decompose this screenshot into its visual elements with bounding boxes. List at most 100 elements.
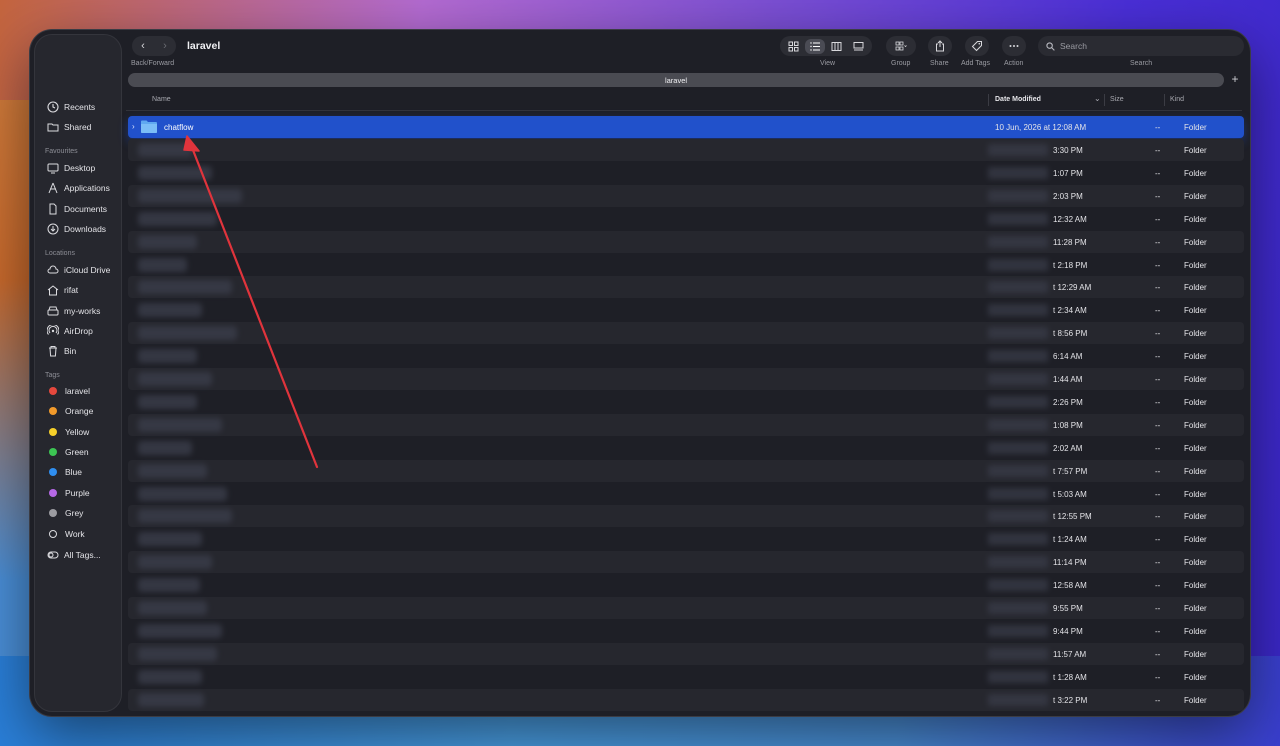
blurred-date	[988, 327, 1048, 340]
search-field[interactable]	[1038, 36, 1244, 56]
sidebar-item-shared[interactable]: Shared	[47, 121, 91, 133]
sidebar-item-label: Purple	[65, 488, 90, 498]
table-row[interactable]: t 5:03 AM -- Folder	[128, 483, 1244, 505]
back-chevron-icon[interactable]: ‹	[141, 40, 145, 52]
icon-view-button[interactable]	[784, 39, 804, 54]
action-label: Action	[1004, 60, 1024, 67]
table-row[interactable]: t 3:22 PM -- Folder	[128, 688, 1244, 711]
blurred-name	[138, 669, 202, 684]
blurred-name	[138, 623, 222, 638]
column-view-button[interactable]	[827, 39, 847, 54]
airdrop-icon	[47, 325, 59, 335]
table-row[interactable]: 11:14 PM -- Folder	[128, 551, 1244, 574]
add-tags-button[interactable]	[965, 36, 989, 56]
disclosure-chevron-icon[interactable]: ›	[132, 122, 135, 131]
date-modified-cell: 3:30 PM	[1053, 146, 1083, 155]
table-row[interactable]: t 12:55 PM -- Folder	[128, 505, 1244, 528]
share-button[interactable]	[928, 36, 952, 56]
blurred-date	[988, 693, 1048, 706]
sidebar-tag-laravel[interactable]: laravel	[47, 386, 90, 396]
sidebar-tag-blue[interactable]: Blue	[47, 467, 82, 477]
sidebar-tag-work[interactable]: Work	[47, 529, 85, 539]
share-icon	[936, 40, 944, 52]
forward-chevron-icon[interactable]: ›	[163, 40, 167, 52]
table-row[interactable]: 2:03 PM -- Folder	[128, 184, 1244, 207]
sidebar-tag-grey[interactable]: Grey	[47, 508, 83, 518]
column-divider[interactable]	[1164, 94, 1165, 106]
blurred-name	[138, 372, 212, 386]
list-view-button[interactable]	[805, 38, 826, 54]
size-cell: --	[1155, 329, 1161, 339]
table-row-selected[interactable]: › chatflow 10 Jun, 2026 at 12:08 AM -- F…	[128, 116, 1244, 138]
sidebar-tag-yellow[interactable]: Yellow	[47, 427, 89, 437]
table-row[interactable]: t 2:18 PM -- Folder	[128, 254, 1244, 276]
table-row[interactable]: 1:07 PM -- Folder	[128, 162, 1244, 184]
share-label: Share	[930, 60, 949, 67]
table-row[interactable]: 11:28 PM -- Folder	[128, 230, 1244, 253]
blurred-date	[988, 441, 1048, 454]
table-row[interactable]: t 7:57 PM -- Folder	[128, 459, 1244, 482]
kind-cell: Folder	[1184, 214, 1207, 224]
size-cell: --	[1155, 626, 1161, 636]
column-header-size[interactable]: Size	[1110, 96, 1124, 103]
table-row[interactable]: t 2:34 AM -- Folder	[128, 299, 1244, 321]
blurred-date	[988, 212, 1048, 225]
table-row[interactable]: 6:14 AM -- Folder	[128, 345, 1244, 367]
ellipsis-icon	[1009, 45, 1019, 47]
column-header-name[interactable]: Name	[152, 96, 171, 103]
table-row[interactable]: 12:58 AM -- Folder	[128, 574, 1244, 596]
tab-label: laravel	[664, 75, 688, 85]
sidebar-item-documents[interactable]: Documents	[47, 203, 107, 215]
date-modified-cell: t 12:29 AM	[1053, 283, 1092, 293]
sidebar-item-rifat[interactable]: rifat	[47, 284, 78, 296]
sidebar-item-label: Bin	[64, 346, 77, 356]
home-icon	[47, 285, 59, 296]
action-button[interactable]	[1002, 36, 1026, 56]
date-modified-cell: 11:28 PM	[1053, 237, 1087, 247]
date-modified-cell: t 12:55 PM	[1053, 512, 1092, 522]
size-cell: --	[1155, 604, 1161, 613]
sidebar-item-applications[interactable]: Applications	[47, 182, 110, 194]
sidebar-tag-purple[interactable]: Purple	[47, 488, 90, 498]
tab-laravel[interactable]: laravel	[128, 73, 1224, 87]
table-row[interactable]: 1:08 PM -- Folder	[128, 413, 1244, 436]
table-row[interactable]: 1:44 AM -- Folder	[128, 368, 1244, 390]
table-row[interactable]: 11:57 AM -- Folder	[128, 642, 1244, 665]
gallery-view-button[interactable]	[848, 39, 868, 54]
new-tab-plus-icon[interactable]: +	[1228, 73, 1242, 87]
sidebar-item-airdrop[interactable]: AirDrop	[47, 325, 93, 337]
sidebar-all-tags[interactable]: All Tags...	[47, 549, 101, 561]
table-row[interactable]: 12:32 AM -- Folder	[128, 208, 1244, 230]
size-cell: --	[1155, 375, 1161, 384]
table-row[interactable]: t 12:29 AM -- Folder	[128, 276, 1244, 299]
sidebar-item-downloads[interactable]: Downloads	[47, 223, 106, 235]
sidebar-item-desktop[interactable]: Desktop	[47, 162, 95, 174]
table-row[interactable]: 9:55 PM -- Folder	[128, 597, 1244, 619]
table-row[interactable]: 2:02 AM -- Folder	[128, 437, 1244, 459]
table-row[interactable]: 9:44 PM -- Folder	[128, 620, 1244, 642]
table-row[interactable]: t 1:24 AM -- Folder	[128, 528, 1244, 550]
table-row[interactable]: 2:26 PM -- Folder	[128, 391, 1244, 413]
sidebar-item-recents[interactable]: Recents	[47, 101, 95, 113]
date-modified-cell: 1:08 PM	[1053, 420, 1083, 430]
table-row[interactable]: t 8:56 PM -- Folder	[128, 322, 1244, 345]
kind-cell: Folder	[1184, 558, 1207, 568]
blurred-date	[988, 189, 1048, 202]
column-header-date-modified[interactable]: Date Modified	[995, 96, 1041, 103]
sidebar-item-icloud-drive[interactable]: iCloud Drive	[47, 264, 110, 276]
column-divider[interactable]	[988, 94, 989, 106]
search-input[interactable]	[1060, 41, 1230, 51]
desktop-icon	[47, 163, 59, 174]
table-row[interactable]: 3:30 PM -- Folder	[128, 139, 1244, 161]
sidebar-tag-green[interactable]: Green	[47, 447, 89, 457]
column-header-kind[interactable]: Kind	[1170, 96, 1184, 103]
size-cell: --	[1155, 397, 1161, 407]
group-button[interactable]	[886, 36, 916, 56]
column-divider[interactable]	[1104, 94, 1105, 106]
sidebar-item-bin[interactable]: Bin	[47, 345, 76, 357]
table-row[interactable]: t 1:28 AM -- Folder	[128, 666, 1244, 688]
sidebar-tag-orange[interactable]: Orange	[47, 406, 93, 416]
sidebar-item-my-works[interactable]: my-works	[47, 305, 100, 317]
date-modified-cell: 2:26 PM	[1053, 397, 1083, 407]
blurred-name	[138, 234, 197, 249]
